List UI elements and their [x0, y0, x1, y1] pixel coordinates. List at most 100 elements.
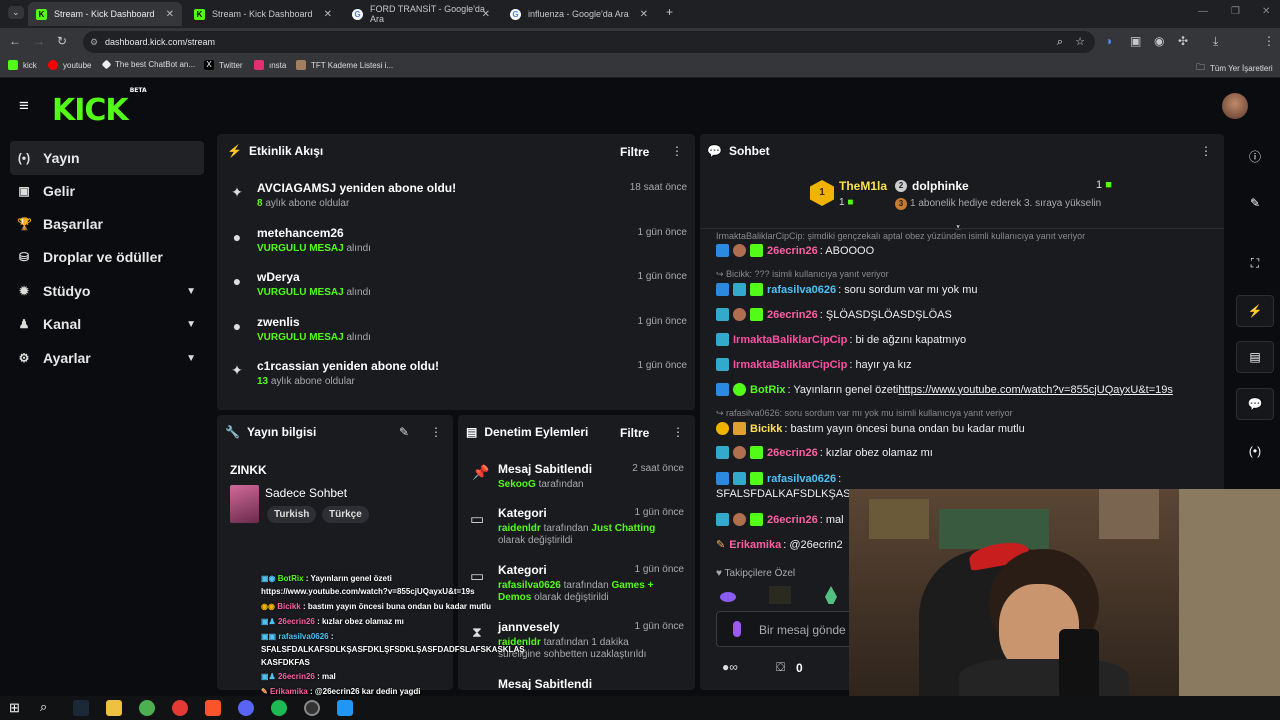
moderation-more-icon[interactable]: ⋮ — [672, 425, 684, 439]
steam-icon[interactable] — [73, 700, 89, 716]
sidebar-item-studyo[interactable]: ✹ Stüdyo ▼ — [10, 274, 204, 308]
emote-picker-icon[interactable] — [733, 621, 741, 637]
chat-message[interactable]: BotRix: Yayınların genel özeti https://w… — [716, 383, 1173, 396]
bookmark-twitter[interactable]: X Twitter — [204, 60, 243, 70]
chat-username[interactable]: 26ecrin26 — [767, 309, 818, 321]
bookmark-kick[interactable]: kick — [8, 60, 37, 70]
category-thumbnail[interactable] — [230, 485, 259, 523]
chat-message[interactable]: rafasilva0626: soru sordum var mı yok mu — [716, 283, 978, 296]
tag-chip[interactable]: Türkçe — [322, 506, 369, 523]
extension-icon[interactable]: ◗ — [1106, 34, 1113, 48]
chat-username[interactable]: 26ecrin26 — [767, 447, 818, 459]
chat-username[interactable]: IrmaktaBaliklarCipCip — [733, 334, 847, 346]
chat-username[interactable]: rafasilva0626 — [767, 473, 836, 485]
menu-kebab-icon[interactable]: ⋮ — [1263, 34, 1275, 48]
chevron-down-icon[interactable]: ▼ — [186, 286, 196, 297]
back-icon[interactable]: ← — [9, 34, 21, 48]
chat-message[interactable]: 26ecrin26: ABOOOO — [716, 244, 874, 257]
broadcast-icon[interactable]: (•) — [1236, 435, 1274, 467]
site-info-icon[interactable]: ⚙ — [90, 31, 98, 53]
bookmark-chatbot[interactable]: The best ChatBot an... — [101, 59, 195, 70]
chat-link[interactable]: https://www.youtube.com/watch?v=855cjUQa… — [898, 384, 1173, 396]
leader-name[interactable]: dolphinke — [912, 179, 969, 193]
edit-pencil-icon[interactable]: ✎ — [399, 425, 409, 439]
chrome-icon[interactable] — [139, 700, 155, 716]
sidebar-item-basarilar[interactable]: 🏆 Başarılar — [10, 207, 204, 241]
emote-icon[interactable] — [720, 592, 736, 602]
user-avatar[interactable] — [1222, 93, 1248, 119]
chat-username[interactable]: BotRix — [750, 384, 785, 396]
moderation-filter-button[interactable]: Filtre — [620, 426, 649, 440]
close-tab-icon[interactable]: ✕ — [482, 9, 490, 20]
bookmark-insta[interactable]: ınsta — [254, 60, 286, 70]
kick-logo[interactable]: KICKBETA — [52, 87, 147, 128]
leader-name[interactable]: TheM1la — [839, 179, 887, 193]
tab-search-icon[interactable]: ⌄ — [8, 6, 24, 19]
tag-chip[interactable]: Turkish — [267, 506, 317, 523]
sidebar-item-gelir[interactable]: ▣ Gelir — [10, 174, 204, 208]
bookmark-tft[interactable]: TFT Kademe Listesi i... — [296, 60, 393, 70]
bookmark-star-icon[interactable]: ☆ — [1075, 31, 1085, 53]
extension-icon[interactable]: ◉ — [1154, 34, 1164, 48]
chat-message[interactable]: IrmaktaBaliklarCipCip: hayır ya kız — [716, 358, 912, 371]
chat-username[interactable]: 26ecrin26 — [767, 245, 818, 257]
chat-message[interactable]: rafasilva0626: — [716, 472, 841, 485]
close-tab-icon[interactable]: ✕ — [640, 9, 648, 20]
chat-message[interactable]: Bicikk: bastım yayın öncesi buna ondan b… — [716, 422, 1025, 435]
sidebar-item-kanal[interactable]: ♟ Kanal ▼ — [10, 307, 204, 341]
tab-kick-dashboard-2[interactable]: K Stream - Kick Dashboard ✕ — [186, 2, 340, 26]
sidebar-item-ayarlar[interactable]: ⚙ Ayarlar ▼ — [10, 341, 204, 375]
file-explorer-icon[interactable] — [106, 700, 122, 716]
edit-pencil-icon[interactable]: ✎ — [1236, 187, 1274, 219]
chat-bubble-icon[interactable]: 💬 — [1236, 388, 1274, 420]
screen-capture-icon[interactable]: ⛶ — [1236, 247, 1274, 279]
reload-icon[interactable]: ↻ — [57, 34, 67, 48]
brave-icon[interactable] — [205, 700, 221, 716]
info-icon[interactable]: ⓘ — [1236, 140, 1274, 172]
bookmark-youtube[interactable]: youtube — [48, 60, 91, 70]
lightning-icon[interactable]: ⚡ — [1236, 295, 1274, 327]
tab-kick-dashboard-1[interactable]: K Stream - Kick Dashboard ✕ — [28, 2, 182, 26]
windows-start-icon[interactable]: ⊞ — [9, 700, 20, 716]
chat-input[interactable]: Bir mesaj gönde — [716, 611, 866, 647]
spotify-icon[interactable] — [271, 700, 287, 716]
chevron-down-icon[interactable]: ▼ — [186, 319, 196, 330]
chat-message[interactable]: IrmaktaBaliklarCipCip: bi de ağzını kapa… — [716, 333, 966, 346]
gift-box-icon[interactable]: ⛋ — [776, 660, 785, 675]
chevron-down-icon[interactable]: ▼ — [186, 353, 196, 364]
restore-icon[interactable]: ❐ — [1231, 6, 1240, 17]
forward-icon[interactable]: → — [33, 34, 45, 48]
emote-icon[interactable] — [769, 586, 791, 604]
category-name[interactable]: Sadece Sohbet — [265, 486, 347, 500]
sidebar-item-yayin[interactable]: (•) Yayın — [10, 141, 204, 175]
chat-message[interactable]: 26ecrin26: kızlar obez olamaz mı — [716, 446, 933, 459]
new-tab-icon[interactable]: + — [666, 5, 673, 19]
chat-username[interactable]: rafasilva0626 — [767, 284, 836, 296]
chat-message[interactable]: ✎ Erikamika: @26ecrin2 — [716, 538, 843, 552]
chat-more-icon[interactable]: ⋮ — [1200, 144, 1212, 158]
minimize-icon[interactable]: — — [1198, 6, 1208, 17]
chat-username[interactable]: Bicikk — [750, 423, 782, 435]
chat-username[interactable]: IrmaktaBaliklarCipCip — [733, 359, 847, 371]
search-icon[interactable]: ⌕ — [40, 699, 47, 715]
tab-influenza[interactable]: G influenza - Google'da Ara ✕ — [502, 2, 656, 26]
all-bookmarks[interactable]: 🗀 Tüm Yer İşaretleri — [1196, 60, 1273, 76]
app-icon[interactable] — [337, 700, 353, 716]
obs-icon[interactable] — [304, 700, 320, 716]
stream-info-more-icon[interactable]: ⋮ — [430, 425, 442, 439]
url-bar[interactable]: ⚙ dashboard.kick.com/stream ⌕ ☆ — [83, 31, 1095, 53]
media-player-icon[interactable] — [172, 700, 188, 716]
extension-icon[interactable]: ▣ — [1130, 34, 1141, 48]
tab-ford-transit[interactable]: G FORD TRANSİT - Google'da Ara ✕ — [344, 2, 498, 26]
activity-filter-button[interactable]: Filtre — [620, 145, 649, 159]
kicks-icon[interactable]: ●∞ — [722, 660, 738, 674]
document-icon[interactable]: ▤ — [1236, 341, 1274, 373]
chat-username[interactable]: 26ecrin26 — [767, 514, 818, 526]
chat-message[interactable]: 26ecrin26: mal — [716, 513, 844, 526]
window-close-icon[interactable]: ✕ — [1262, 6, 1270, 17]
close-tab-icon[interactable]: ✕ — [324, 9, 332, 20]
chat-username[interactable]: Erikamika — [729, 539, 781, 551]
extensions-puzzle-icon[interactable]: ✣ — [1178, 34, 1188, 48]
discord-icon[interactable] — [238, 700, 254, 716]
download-icon[interactable]: ⤓ — [1213, 34, 1218, 49]
